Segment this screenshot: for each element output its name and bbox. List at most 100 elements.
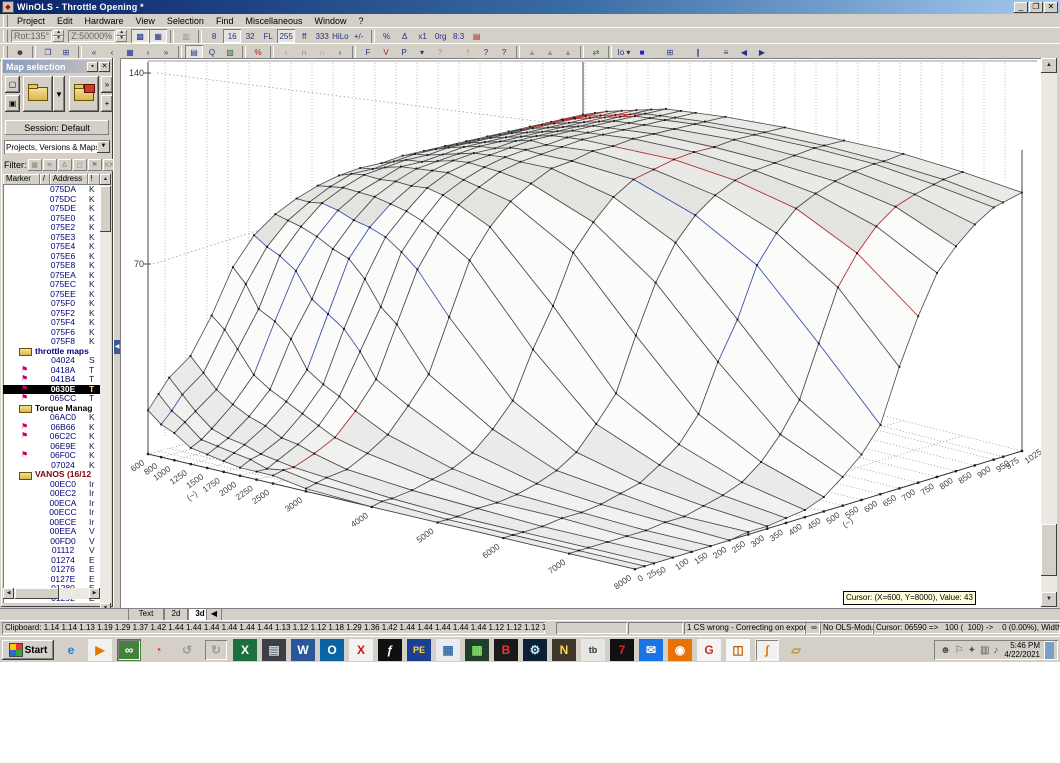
filter-button-5[interactable]: ⚑ xyxy=(87,159,102,171)
panel-close-icon[interactable]: ✕ xyxy=(99,61,110,72)
taskbar-winols-taskbar-icon[interactable]: ∞ xyxy=(117,639,141,661)
bits-32-icon[interactable]: 32 xyxy=(241,29,259,43)
surface-chart[interactable]: 140706008001000125015001750200022502500 3… xyxy=(120,58,1044,608)
view-scroll-up-icon[interactable]: ▲ xyxy=(1041,58,1057,73)
filter-button-2[interactable]: ≋ xyxy=(42,159,57,171)
taskbar-seven-app-icon[interactable]: 7 xyxy=(610,639,634,661)
taskbar-clock[interactable]: 5:46 PM 4/22/2021 xyxy=(1004,641,1040,659)
nav-right-icon[interactable]: ▶ xyxy=(753,45,771,59)
dec-255-icon[interactable]: 255 xyxy=(277,29,296,43)
taskbar-math-app-icon[interactable]: ƒ xyxy=(378,639,402,661)
panel-pin-icon[interactable]: ▪ xyxy=(87,61,98,72)
map-delete-icon[interactable]: ▲ xyxy=(559,45,577,59)
column-marker[interactable]: Marker xyxy=(3,174,40,185)
menu-item-selection[interactable]: Selection xyxy=(161,15,210,27)
tray-flag-icon[interactable]: ⚐ xyxy=(955,645,964,656)
open-project-dropdown[interactable]: ▼ xyxy=(53,76,65,112)
taskbar-b-app-icon[interactable]: B xyxy=(494,639,518,661)
toolbar2-gripper[interactable] xyxy=(3,30,8,42)
prev-version-icon[interactable]: ‹ xyxy=(277,45,295,59)
preview-icon[interactable]: ▧ xyxy=(221,45,239,59)
split-vert-icon[interactable]: ∥ xyxy=(689,45,707,59)
taskbar-gears-icon[interactable]: ⚙ xyxy=(523,639,547,661)
user-icon[interactable]: ☻ xyxy=(11,45,29,59)
scroll-up-icon[interactable]: ▲ xyxy=(100,174,111,185)
map-3d-view[interactable]: 140 70 600 800 1000 1250 1500 1750 2000 2250 2500 3… xyxy=(120,58,1044,608)
taskbar-excel-icon[interactable]: X xyxy=(233,639,257,661)
swap-icon[interactable]: ⇄ xyxy=(587,45,605,59)
rotation-spin-buttons[interactable]: ▲ ▼ xyxy=(53,30,65,42)
page-add-button[interactable]: + xyxy=(101,95,113,112)
menu-item-project[interactable]: Project xyxy=(11,15,51,27)
split-window-icon[interactable]: ⊞ xyxy=(661,45,679,59)
map-selection-header[interactable]: Map selection ▪ ✕ xyxy=(3,60,111,73)
map-edit-icon[interactable]: ▲ xyxy=(541,45,559,59)
view-grid-icon[interactable]: ▦ xyxy=(149,29,168,43)
map-grid-icon[interactable]: ▦ xyxy=(121,45,139,59)
mode-dropdown-icon[interactable]: Io ▾ xyxy=(615,45,633,59)
view-2d-icon[interactable]: ▩ xyxy=(131,29,150,43)
open-project-button[interactable] xyxy=(23,76,53,112)
page-forward-button[interactable]: » xyxy=(101,76,113,93)
menu-item-view[interactable]: View xyxy=(130,15,161,27)
view-text-icon[interactable]: ▥ xyxy=(177,29,195,43)
taskbar-word-icon[interactable]: W xyxy=(291,639,315,661)
list-vertical-scrollbar[interactable]: ▲ ▼ xyxy=(100,174,111,614)
title-bar[interactable]: ◆ WinOLS - Throttle Opening * _ ❐ ✕ xyxy=(0,0,1060,14)
hex-ff-icon[interactable]: ff xyxy=(295,29,313,43)
menu-item-miscellaneous[interactable]: Miscellaneous xyxy=(239,15,308,27)
map-selection-icon[interactable]: ▤ xyxy=(185,45,203,59)
show-desktop-button[interactable] xyxy=(1044,641,1054,659)
version-b-icon[interactable]: ∩ xyxy=(313,45,331,59)
factor-x1-icon[interactable]: x1 xyxy=(414,29,432,43)
next-map-icon[interactable]: › xyxy=(139,45,157,59)
bin-333-icon[interactable]: 333 xyxy=(313,29,331,43)
zoom-value[interactable]: Z:50000% xyxy=(68,30,116,42)
filter-button-3[interactable]: Δ xyxy=(57,159,72,171)
help-icon[interactable]: ? xyxy=(477,45,495,59)
list-horizontal-scrollbar[interactable]: ◀ ▶ xyxy=(3,588,100,599)
zoom-selection-icon[interactable]: Q xyxy=(203,45,221,59)
new-project-button[interactable]: ▢ xyxy=(5,76,20,93)
connections-icon[interactable]: % xyxy=(249,45,267,59)
bits-16-icon[interactable]: 16 xyxy=(223,29,242,43)
taskbar-swirl-2-icon[interactable]: ↻ xyxy=(204,639,228,661)
toolbar3-gripper[interactable] xyxy=(3,46,8,58)
menu-item-edit[interactable]: Edit xyxy=(51,15,79,27)
window-new-icon[interactable]: ❐ xyxy=(39,45,57,59)
column-address[interactable]: Address xyxy=(49,174,89,185)
param-view-icon[interactable]: P xyxy=(395,45,413,59)
sign-icon[interactable]: +/- xyxy=(350,29,368,43)
whats-this-icon[interactable]: ? xyxy=(495,45,513,59)
split-horz-icon[interactable]: ≡ xyxy=(717,45,735,59)
filter-button-1[interactable]: ▦ xyxy=(27,159,42,171)
taskbar-ie-icon[interactable]: e xyxy=(59,639,83,661)
tray-volume-icon[interactable]: ♪ xyxy=(993,645,998,656)
restore-button[interactable]: ❐ xyxy=(1029,2,1043,13)
window-grid-icon[interactable]: ⊞ xyxy=(57,45,75,59)
taskbar-red-x-app-icon[interactable]: X xyxy=(349,639,373,661)
column-sort[interactable]: / xyxy=(39,174,50,185)
compare-icon[interactable]: 8:3 xyxy=(450,29,468,43)
text-view-icon[interactable]: F xyxy=(359,45,377,59)
taskbar-box-3d-icon[interactable]: ◫ xyxy=(726,639,750,661)
bits-8-icon[interactable]: 8 xyxy=(205,29,223,43)
taskbar-g-app-icon[interactable]: G xyxy=(697,639,721,661)
glasses-icon[interactable]: ∞ xyxy=(805,622,820,634)
zoom-stepper[interactable]: Z:50000% ▲ ▼ xyxy=(68,30,128,42)
taskbar-lock-app-icon[interactable]: ◉ xyxy=(668,639,692,661)
taskbar-wrench-icon[interactable]: ∫ xyxy=(755,639,779,661)
taskbar-map-tool-icon[interactable]: ▦ xyxy=(465,639,489,661)
first-map-icon[interactable]: « xyxy=(85,45,103,59)
taskbar-thunderbird-icon[interactable]: ✉ xyxy=(639,639,663,661)
value-view-icon[interactable]: V xyxy=(377,45,395,59)
menu-gripper[interactable] xyxy=(3,14,8,27)
view-dropdown-icon[interactable]: ▾ xyxy=(413,45,431,59)
next-version-icon[interactable]: › xyxy=(331,45,349,59)
session-button[interactable]: Session: Default xyxy=(5,120,109,135)
taskbar-calculator-icon[interactable]: ▦ xyxy=(436,639,460,661)
taskbar-chrome-icon[interactable]: ◔ xyxy=(146,639,170,661)
checksum-icon[interactable]: ! xyxy=(459,45,477,59)
taskbar-folder-window-icon[interactable]: ▱ xyxy=(784,639,808,661)
menu-item-window[interactable]: Window xyxy=(308,15,352,27)
